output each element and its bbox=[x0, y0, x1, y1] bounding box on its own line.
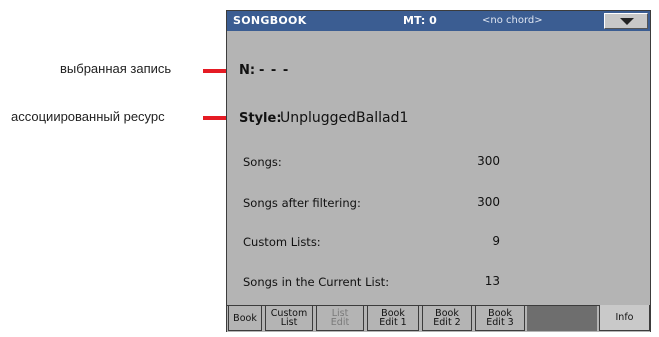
info-row-value-filtered: 300 bbox=[477, 195, 500, 209]
info-row-label-custom-lists: Custom Lists: bbox=[243, 235, 321, 249]
tab-bar-spacer bbox=[527, 306, 597, 331]
info-row-label-filtered: Songs after filtering: bbox=[243, 196, 361, 210]
chord-display: <no chord> bbox=[482, 15, 543, 26]
style-value: UnpluggedBallad1 bbox=[280, 110, 409, 126]
info-row-label-songs: Songs: bbox=[243, 155, 282, 169]
tab-book-edit-1-label: Book Edit 1 bbox=[379, 308, 407, 328]
tab-list-edit: List Edit bbox=[316, 306, 364, 331]
tab-book-edit-1[interactable]: Book Edit 1 bbox=[367, 306, 419, 331]
info-row-value-custom-lists: 9 bbox=[492, 234, 500, 248]
tab-book-label: Book bbox=[233, 312, 257, 324]
chevron-down-icon bbox=[620, 18, 634, 25]
title-bar: SONGBOOK MT: 0 <no chord> bbox=[227, 11, 650, 31]
callout-selected-entry: выбранная запись bbox=[60, 61, 172, 76]
tab-info-label: Info bbox=[615, 312, 634, 323]
tab-custom-list[interactable]: Custom List bbox=[265, 306, 313, 331]
entry-number-value: - - - bbox=[259, 63, 290, 78]
page-title: SONGBOOK bbox=[233, 14, 307, 27]
style-label: Style: bbox=[239, 111, 282, 126]
info-row-value-current-list: 13 bbox=[484, 274, 500, 288]
info-row-value-songs: 300 bbox=[477, 154, 500, 168]
songbook-screen: SONGBOOK MT: 0 <no chord> N: - - - Style… bbox=[226, 10, 651, 332]
master-transpose: MT: 0 bbox=[403, 14, 437, 27]
entry-number-label: N: bbox=[239, 63, 256, 78]
tab-info[interactable]: Info bbox=[599, 305, 650, 331]
callout-associated-resource: ассоциированный ресурс bbox=[11, 109, 165, 124]
tab-book-edit-3[interactable]: Book Edit 3 bbox=[475, 306, 525, 331]
tab-custom-list-label: Custom List bbox=[270, 308, 308, 328]
tab-bar: Book Custom List List Edit Book Edit 1 B… bbox=[227, 305, 650, 332]
tab-book-edit-2[interactable]: Book Edit 2 bbox=[422, 306, 472, 331]
tab-book-edit-3-label: Book Edit 3 bbox=[486, 308, 514, 328]
tab-list-edit-label: List Edit bbox=[330, 308, 350, 328]
page-menu-button[interactable] bbox=[604, 13, 648, 29]
info-row-label-current-list: Songs in the Current List: bbox=[243, 275, 390, 289]
tab-book[interactable]: Book bbox=[228, 306, 262, 331]
tab-book-edit-2-label: Book Edit 2 bbox=[433, 308, 461, 328]
